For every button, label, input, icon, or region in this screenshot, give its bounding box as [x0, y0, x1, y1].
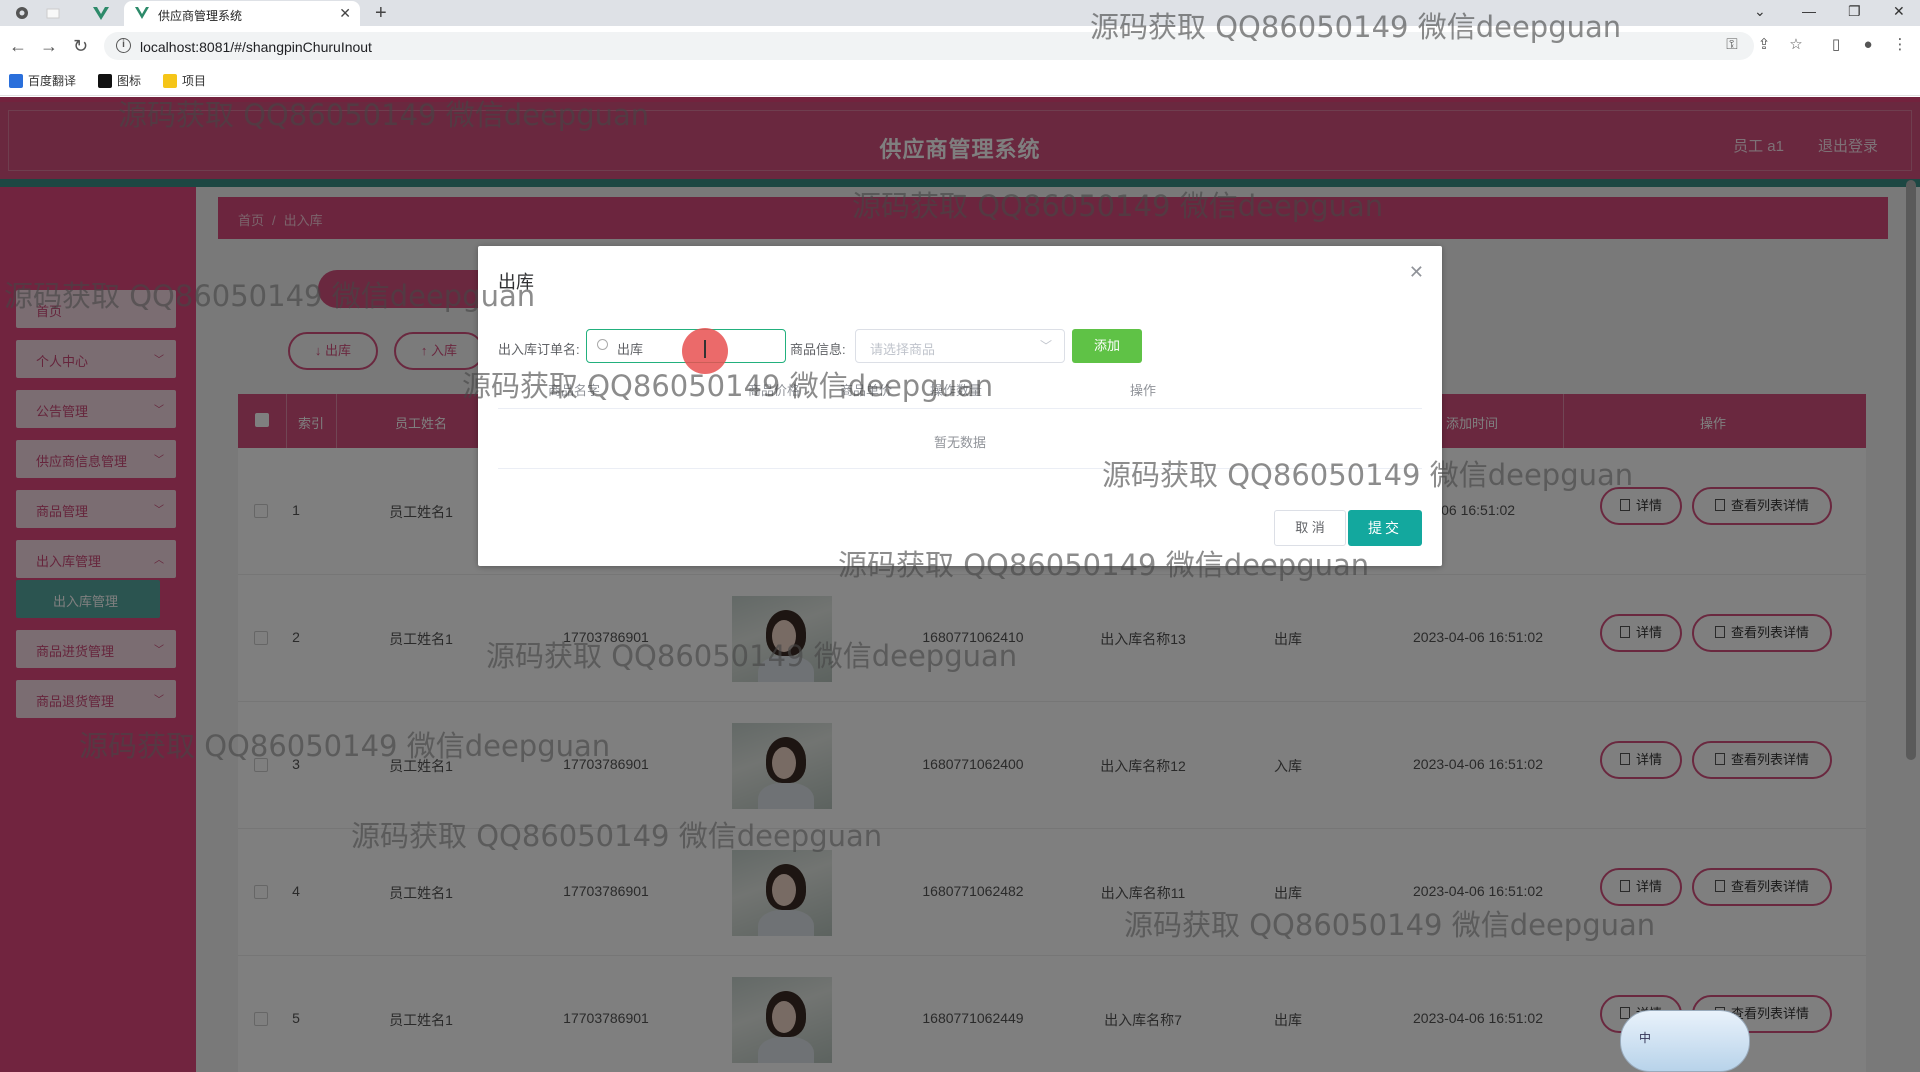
ime-toolbar[interactable]: 中 [1620, 1010, 1750, 1072]
watermark: 源码获取 QQ86050149 微信deepguan [852, 189, 1384, 223]
share-icon[interactable]: ⇪ [1756, 37, 1772, 53]
blank-tab-icon[interactable] [42, 3, 64, 23]
bookmark-project-folder[interactable]: 项目 [163, 72, 206, 89]
dialog-table-divider [498, 408, 1422, 409]
goods-select[interactable]: 请选择商品 ﹀ [855, 329, 1065, 363]
reload-icon[interactable]: ↻ [73, 36, 88, 57]
translate-icon [9, 73, 23, 88]
dialog-close-icon[interactable]: ✕ [1409, 262, 1424, 283]
chevron-down-icon: ﹀ [1039, 339, 1052, 353]
goods-info-label: 商品信息: [790, 342, 846, 357]
cancel-button[interactable]: 取 消 [1274, 510, 1346, 546]
minimize-icon[interactable]: — [1802, 3, 1816, 19]
page-scrollbar[interactable] [1906, 180, 1916, 760]
watermark: 源码获取 QQ86050149 微信deepguan [1090, 10, 1622, 44]
bookmark-icons[interactable]: 图标 [98, 72, 141, 89]
vue-favicon-icon [135, 7, 149, 19]
active-tab[interactable]: 供应商管理系统 ✕ [124, 1, 360, 26]
forward-icon[interactable]: → [40, 36, 58, 57]
watermark: 源码获取 QQ86050149 微信deepguan [838, 548, 1370, 582]
tab-search-icon[interactable]: ⌄ [1754, 3, 1766, 20]
key-icon[interactable]: ⚿ [1724, 37, 1740, 53]
tab-title: 供应商管理系统 [158, 9, 243, 23]
browser-menu-icon[interactable] [11, 3, 33, 23]
watermark: 源码获取 QQ86050149 微信deepguan [462, 369, 994, 403]
browser-menu-dots-icon[interactable]: ⋮ [1892, 37, 1908, 53]
empty-data-text: 暂无数据 [933, 435, 986, 450]
vue-tab-icon[interactable] [90, 3, 112, 23]
side-panel-icon[interactable]: ▯ [1828, 37, 1844, 53]
tab-close-icon[interactable]: ✕ [339, 5, 351, 22]
browser-tab-strip: 供应商管理系统 ✕ + ⌄ — ❐ ✕ [0, 0, 1920, 26]
url-text: localhost:8081/#/shangpinChuruInout [140, 39, 372, 55]
submit-button[interactable]: 提交 [1348, 510, 1422, 546]
watermark: 源码获取 QQ86050149 微信deepguan [1124, 908, 1656, 942]
watermark: 源码获取 QQ86050149 微信deepguan [4, 279, 536, 313]
bookmark-star-icon[interactable]: ☆ [1788, 37, 1804, 53]
search-icon [597, 339, 608, 350]
bookmark-baidu-translate[interactable]: 百度翻译 [9, 72, 76, 89]
window-close-icon[interactable]: ✕ [1893, 3, 1905, 20]
add-goods-button[interactable]: 添加 [1072, 329, 1142, 363]
order-name-label: 出入库订单名: [498, 342, 580, 357]
watermark: 源码获取 QQ86050149 微信deepguan [118, 98, 650, 132]
out-stock-dialog: 出库 ✕ 出入库订单名: 出库 商品信息: 请选择商品 ﹀ 添加 商品名字 商品… [478, 246, 1442, 566]
watermark: 源码获取 QQ86050149 微信deepguan [486, 639, 1018, 673]
icon-site-icon [98, 73, 112, 88]
back-icon[interactable]: ← [9, 36, 27, 57]
watermark: 源码获取 QQ86050149 微信deepguan [1102, 458, 1634, 492]
profile-icon[interactable]: ● [1860, 37, 1876, 53]
order-name-value: 出库 [617, 342, 644, 357]
new-tab-icon[interactable]: + [375, 2, 387, 25]
watermark: 源码获取 QQ86050149 微信deepguan [79, 729, 611, 763]
address-toolbar: ← → ↻ i localhost:8081/#/shangpinChuruIn… [0, 26, 1920, 96]
dialog-column-header: 操作 [1130, 383, 1157, 398]
site-info-icon[interactable]: i [116, 38, 131, 53]
goods-select-placeholder: 请选择商品 [870, 342, 936, 357]
restore-icon[interactable]: ❐ [1848, 3, 1861, 20]
watermark: 源码获取 QQ86050149 微信deepguan [351, 819, 883, 853]
folder-icon [163, 73, 177, 88]
